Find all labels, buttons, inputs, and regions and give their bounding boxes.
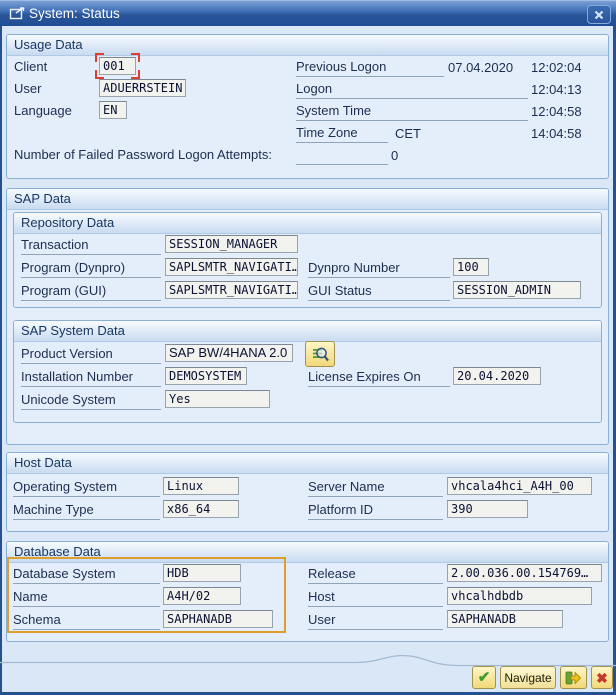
transaction-field[interactable]: SESSION_MANAGER — [165, 235, 298, 253]
operating-system-label: Operating System — [13, 478, 160, 497]
window-border-left — [0, 26, 2, 695]
client-label: Client — [14, 58, 47, 77]
database-data-header: Database Data — [7, 542, 608, 563]
system-time-label: System Time — [296, 102, 528, 121]
host-data-header: Host Data — [7, 453, 608, 474]
gui-status-label: GUI Status — [308, 282, 450, 301]
platform-id-label: Platform ID — [308, 501, 443, 520]
client-field[interactable]: 001 — [99, 57, 136, 75]
confirm-button[interactable]: ✔ — [472, 666, 496, 689]
previous-logon-label: Previous Logon — [296, 58, 444, 77]
exit-door-arrow-icon — [565, 670, 582, 685]
server-name-field[interactable]: vhcala4hci_A4H_00 — [447, 477, 592, 495]
repository-data-header: Repository Data — [14, 213, 601, 234]
product-version-details-button[interactable] — [305, 341, 335, 367]
check-icon: ✔ — [478, 670, 491, 685]
close-icon — [594, 10, 604, 20]
db-name-label: Name — [13, 588, 160, 607]
server-name-label: Server Name — [308, 478, 443, 497]
failed-attempts-value: 0 — [391, 147, 398, 165]
unicode-system-label: Unicode System — [21, 391, 161, 410]
time-zone-time: 14:04:58 — [531, 125, 582, 143]
dynpro-number-label: Dynpro Number — [308, 259, 450, 278]
language-field[interactable]: EN — [99, 101, 127, 119]
time-zone-value: CET — [395, 125, 421, 143]
sap-data-header: SAP Data — [7, 189, 608, 210]
platform-id-field[interactable]: 390 — [447, 500, 528, 518]
gui-status-field[interactable]: SESSION_ADMIN — [453, 281, 581, 299]
schema-field[interactable]: SAPHANADB — [163, 610, 273, 628]
license-expires-label: License Expires On — [308, 368, 450, 387]
program-gui-label: Program (GUI) — [21, 282, 161, 301]
logon-time: 12:04:13 — [531, 81, 582, 99]
db-host-label: Host — [308, 588, 443, 607]
navigate-button[interactable]: Navigate — [500, 666, 556, 689]
logon-label: Logon — [296, 80, 528, 99]
user-field[interactable]: ADUERRSTEIN — [99, 79, 186, 97]
title-bar: System: Status — [0, 0, 616, 26]
system-status-dialog: System: Status Usage Data Client 001 Use… — [0, 0, 616, 695]
language-label: Language — [14, 102, 72, 121]
db-host-field[interactable]: vhcalhdbdb — [447, 587, 592, 605]
window-title: System: Status — [29, 1, 120, 26]
machine-type-label: Machine Type — [13, 501, 160, 520]
close-button[interactable] — [587, 5, 611, 24]
machine-type-field[interactable]: x86_64 — [163, 500, 239, 518]
program-dynpro-field[interactable]: SAPLSMTR_NAVIGATI… — [165, 258, 298, 276]
database-system-field[interactable]: HDB — [163, 564, 241, 582]
user-label: User — [14, 80, 41, 99]
installation-number-field[interactable]: DEMOSYSTEM — [165, 367, 247, 385]
transaction-label: Transaction — [21, 236, 161, 255]
magnifier-details-icon — [311, 346, 330, 363]
previous-logon-time: 12:02:04 — [531, 59, 582, 77]
cancel-button[interactable]: ✖ — [591, 666, 613, 689]
program-gui-field[interactable]: SAPLSMTR_NAVIGATI… — [165, 281, 298, 299]
previous-logon-date: 07.04.2020 — [448, 59, 513, 77]
exit-button[interactable] — [560, 666, 587, 689]
red-x-icon: ✖ — [596, 671, 608, 685]
program-dynpro-label: Program (Dynpro) — [21, 259, 161, 278]
db-user-field[interactable]: SAPHANADB — [447, 610, 563, 628]
db-user-label: User — [308, 611, 443, 630]
database-system-label: Database System — [13, 565, 160, 584]
system-time-value: 12:04:58 — [531, 103, 582, 121]
release-field[interactable]: 2.00.036.00.154769… — [447, 564, 602, 582]
sap-system-data-header: SAP System Data — [14, 321, 601, 342]
failed-attempts-label: Number of Failed Password Logon Attempts… — [14, 146, 272, 165]
usage-data-header: Usage Data — [7, 35, 608, 56]
license-expires-field[interactable]: 20.04.2020 — [453, 367, 541, 385]
product-version-field[interactable]: SAP BW/4HANA 2.0 — [165, 344, 293, 362]
dynpro-number-field[interactable]: 100 — [453, 258, 489, 276]
time-zone-label: Time Zone — [296, 124, 388, 143]
db-name-field[interactable]: A4H/02 — [163, 587, 241, 605]
installation-number-label: Installation Number — [21, 368, 161, 387]
product-version-label: Product Version — [21, 345, 161, 364]
operating-system-field[interactable]: Linux — [163, 477, 239, 495]
unicode-system-field[interactable]: Yes — [165, 390, 270, 408]
schema-label: Schema — [13, 611, 160, 630]
failed-attempts-filler — [296, 146, 388, 165]
release-label: Release — [308, 565, 443, 584]
dialog-window-icon — [9, 6, 26, 26]
